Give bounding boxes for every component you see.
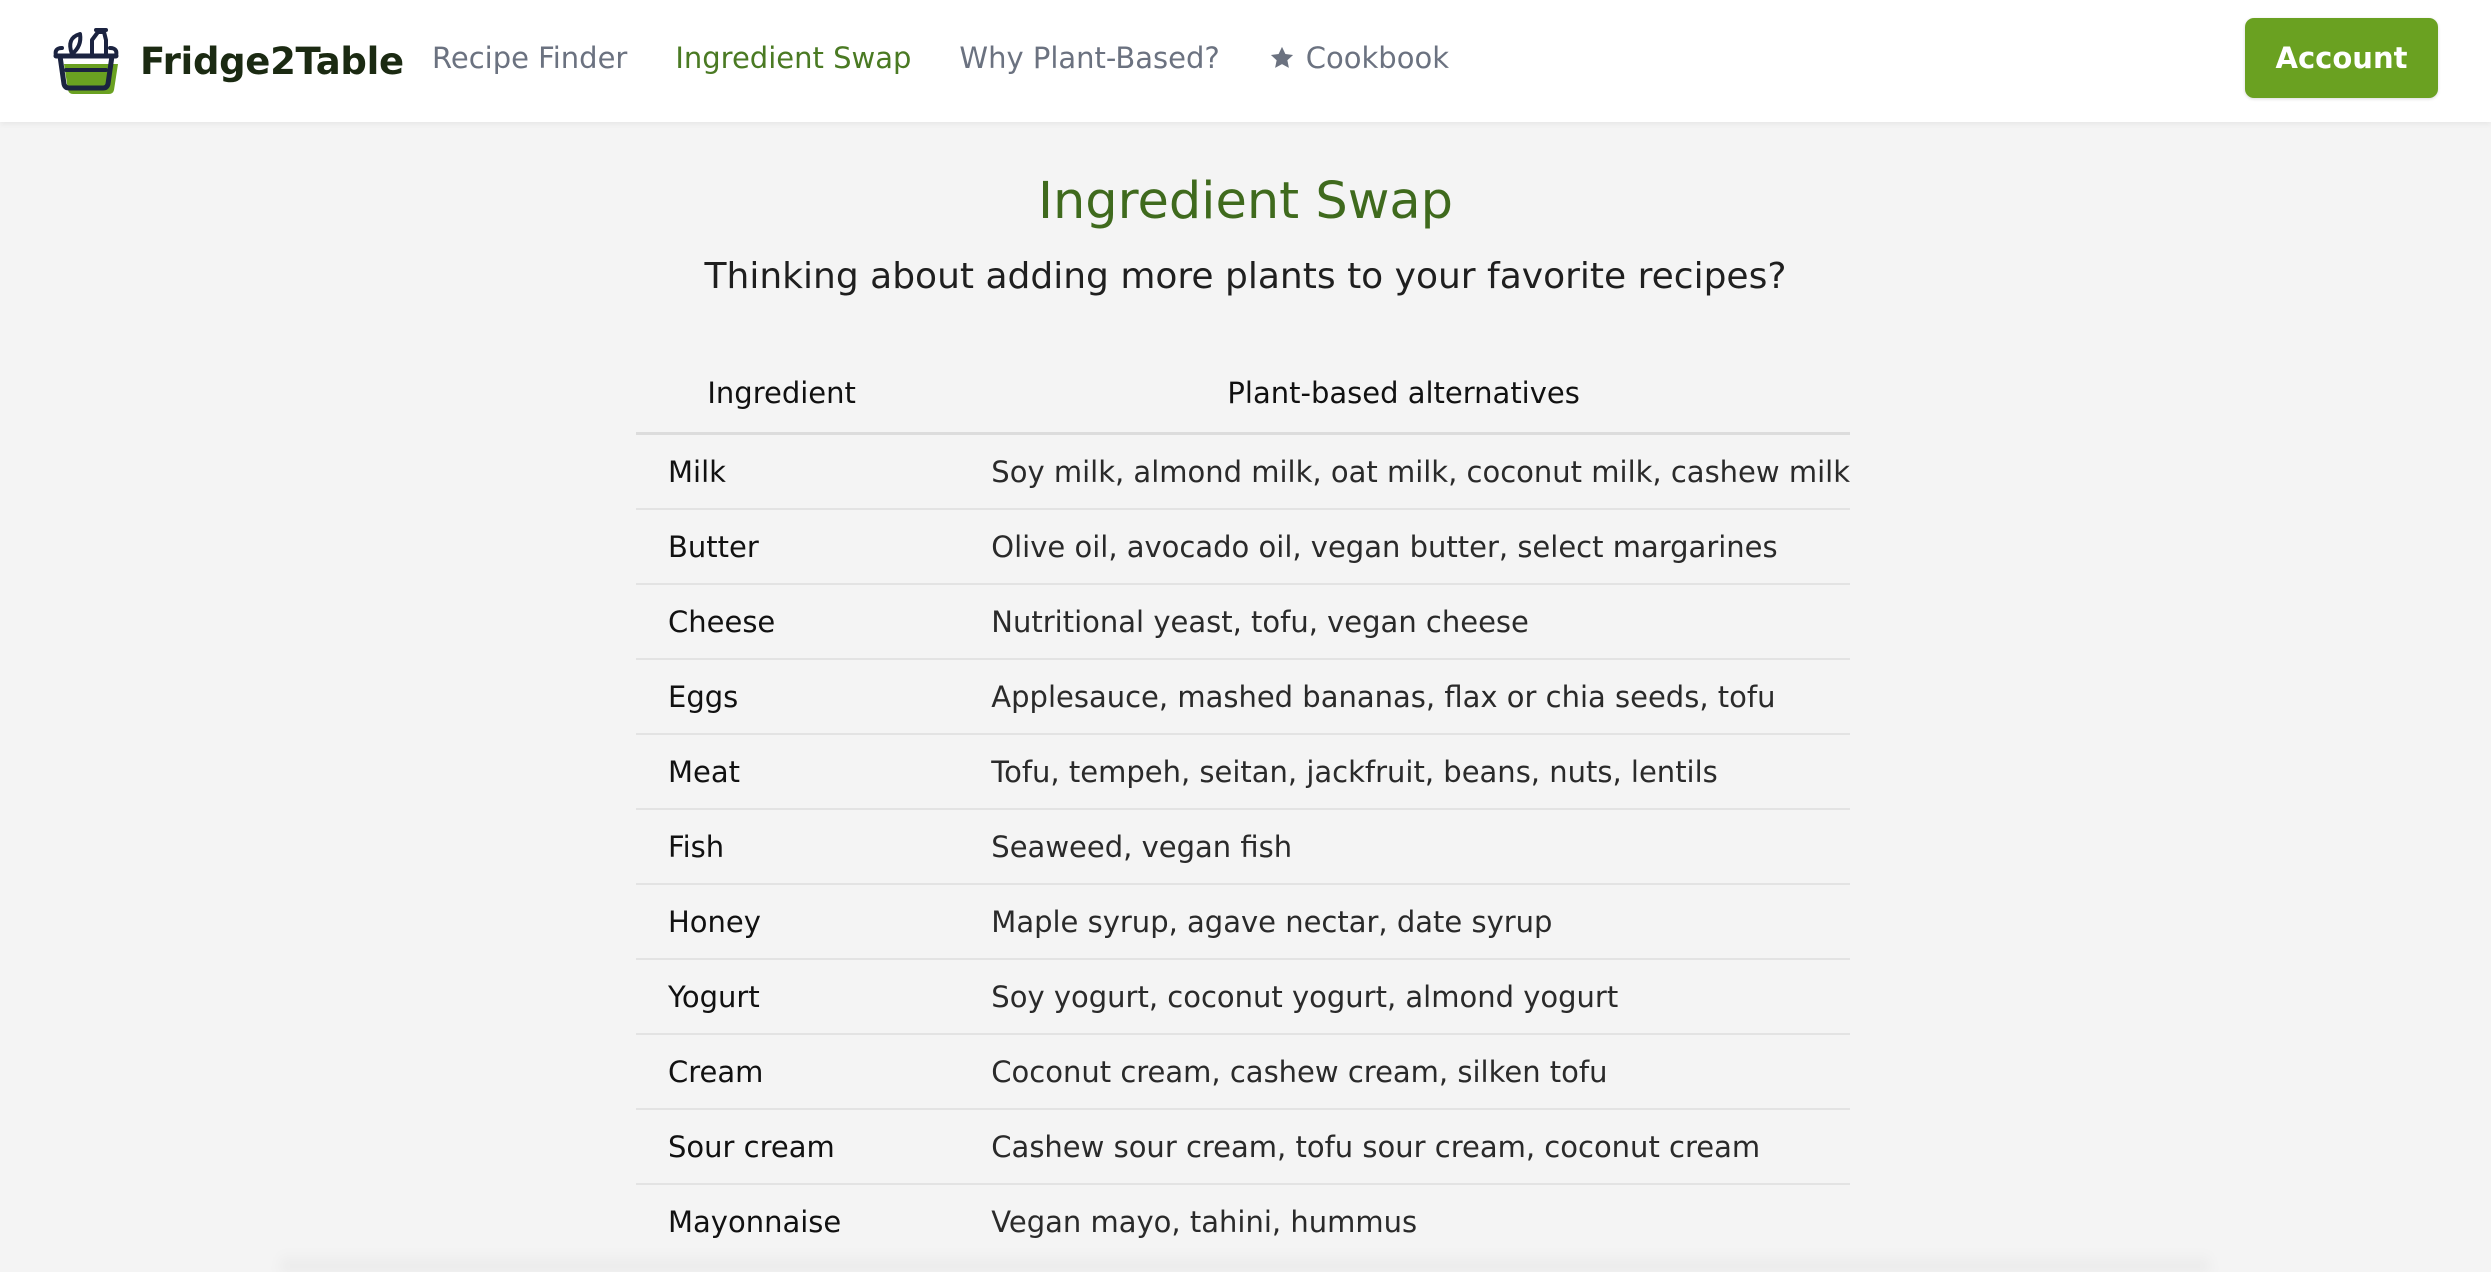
table-row: Eggs Applesauce, mashed bananas, flax or… xyxy=(636,659,1850,735)
table-header-row: Ingredient Plant-based alternatives xyxy=(636,354,1850,435)
alternatives-cell: Nutritional yeast, tofu, vegan cheese xyxy=(957,584,1850,660)
table-row: Mayonnaise Vegan mayo, tahini, hummus xyxy=(636,1184,1850,1258)
ingredient-swap-table: Ingredient Plant-based alternatives Milk… xyxy=(636,354,1850,1258)
alternatives-cell: Olive oil, avocado oil, vegan butter, se… xyxy=(957,509,1850,585)
nav-link-cookbook-label: Cookbook xyxy=(1305,41,1449,75)
star-icon xyxy=(1270,46,1293,68)
bottom-shadow xyxy=(280,1252,2210,1272)
table-row: Cheese Nutritional yeast, tofu, vegan ch… xyxy=(636,584,1850,660)
table-row: Butter Olive oil, avocado oil, vegan but… xyxy=(636,509,1850,585)
ingredient-cell: Cheese xyxy=(636,584,958,660)
ingredient-cell: Eggs xyxy=(636,659,958,735)
brand-home-link[interactable]: Fridge2Table xyxy=(52,26,404,96)
nav-link-ingredient-swap[interactable]: Ingredient Swap xyxy=(675,41,911,75)
table-row: Milk Soy milk, almond milk, oat milk, co… xyxy=(636,433,1850,510)
table-row: Meat Tofu, tempeh, seitan, jackfruit, be… xyxy=(636,734,1850,810)
ingredient-cell: Honey xyxy=(636,884,958,960)
table-row: Sour cream Cashew sour cream, tofu sour … xyxy=(636,1109,1850,1185)
ingredient-cell: Yogurt xyxy=(636,959,958,1035)
table-row: Honey Maple syrup, agave nectar, date sy… xyxy=(636,884,1850,960)
alternatives-cell: Cashew sour cream, tofu sour cream, coco… xyxy=(957,1109,1850,1185)
alternatives-cell: Coconut cream, cashew cream, silken tofu xyxy=(957,1034,1850,1110)
alternatives-cell: Tofu, tempeh, seitan, jackfruit, beans, … xyxy=(957,734,1850,810)
table-row: Yogurt Soy yogurt, coconut yogurt, almon… xyxy=(636,959,1850,1035)
page-title: Ingredient Swap xyxy=(1037,172,1454,231)
ingredient-cell: Mayonnaise xyxy=(668,1204,842,1239)
column-header-alternatives: Plant-based alternatives xyxy=(957,354,1850,435)
nav-link-cookbook[interactable]: Cookbook xyxy=(1268,41,1449,75)
table-row: Fish Seaweed, vegan fish xyxy=(636,809,1850,885)
ingredient-cell: Meat xyxy=(636,734,958,810)
main-nav: Recipe Finder Ingredient Swap Why Plant-… xyxy=(432,0,1497,116)
ingredient-cell: Butter xyxy=(636,509,958,585)
brand-name: Fridge2Table xyxy=(140,39,404,83)
alternatives-cell: Soy milk, almond milk, oat milk, coconut… xyxy=(957,433,1850,510)
alternatives-cell: Vegan mayo, tahini, hummus xyxy=(991,1204,1418,1239)
alternatives-cell: Maple syrup, agave nectar, date syrup xyxy=(957,884,1850,960)
ingredient-cell: Fish xyxy=(636,809,958,885)
column-header-ingredient: Ingredient xyxy=(636,354,958,435)
alternatives-cell: Seaweed, vegan fish xyxy=(957,809,1850,885)
table-row: Cream Coconut cream, cashew cream, silke… xyxy=(636,1034,1850,1110)
nav-link-why-plant-based[interactable]: Why Plant-Based? xyxy=(959,41,1219,75)
alternatives-cell: Applesauce, mashed bananas, flax or chia… xyxy=(957,659,1850,735)
page-subtitle: Thinking about adding more plants to you… xyxy=(704,256,1787,297)
basket-logo-icon xyxy=(53,28,119,94)
account-button[interactable]: Account xyxy=(2245,18,2438,98)
alternatives-cell: Soy yogurt, coconut yogurt, almond yogur… xyxy=(957,959,1850,1035)
main-content: Ingredient Swap Thinking about adding mo… xyxy=(0,122,2491,1272)
top-navbar: Fridge2Table Recipe Finder Ingredient Sw… xyxy=(0,0,2491,122)
ingredient-cell: Sour cream xyxy=(636,1109,958,1185)
nav-link-recipe-finder[interactable]: Recipe Finder xyxy=(432,41,627,75)
ingredient-cell: Milk xyxy=(636,433,958,510)
ingredient-cell: Cream xyxy=(636,1034,958,1110)
